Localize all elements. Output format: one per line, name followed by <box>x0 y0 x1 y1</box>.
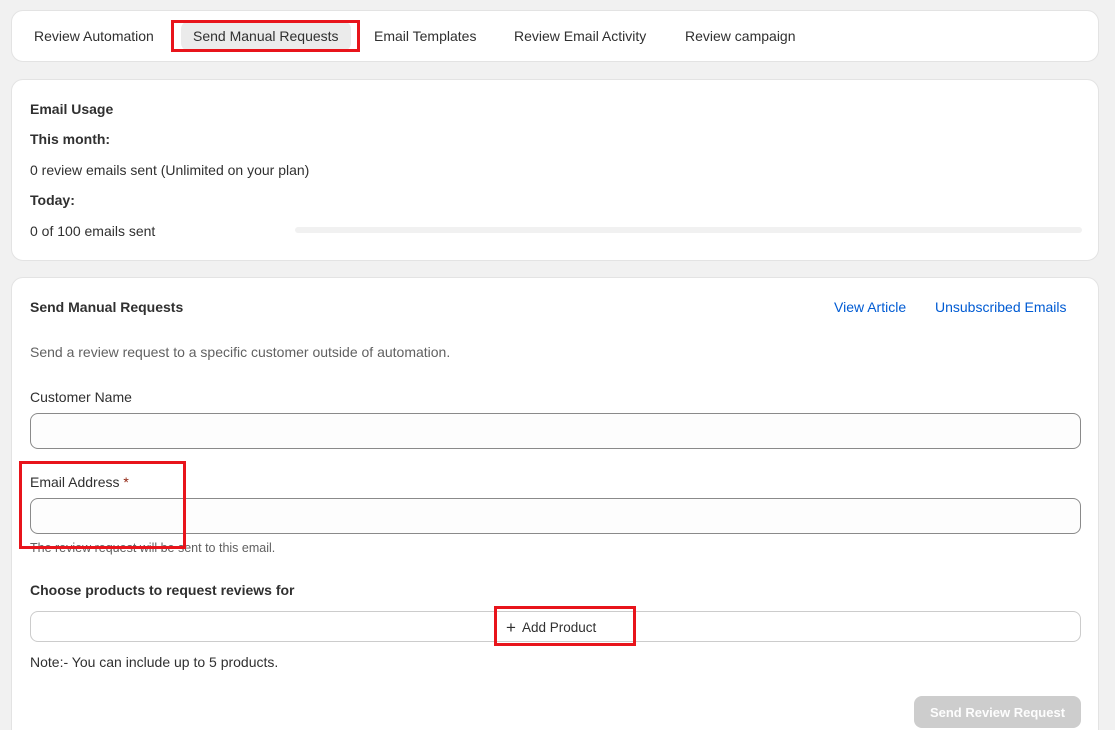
send-manual-requests-card: Send Manual Requests View Article Unsubs… <box>11 277 1099 730</box>
today-label: Today: <box>30 192 75 208</box>
today-value: 0 of 100 emails sent <box>30 223 156 239</box>
tab-review-automation[interactable]: Review Automation <box>34 21 154 51</box>
this-month-label: This month: <box>30 131 111 147</box>
send-review-request-button[interactable]: Send Review Request <box>914 696 1081 728</box>
choose-products-label: Choose products to request reviews for <box>30 582 295 598</box>
products-note: Note:- You can include up to 5 products. <box>30 654 279 670</box>
send-description: Send a review request to a specific cust… <box>30 344 451 360</box>
customer-name-input[interactable] <box>30 413 1081 449</box>
add-product-button[interactable]: + Add Product <box>506 617 596 637</box>
product-picker: + Add Product <box>30 611 1081 642</box>
unsubscribed-emails-link[interactable]: Unsubscribed Emails <box>935 299 1067 315</box>
add-product-label: Add Product <box>521 619 597 635</box>
email-address-label: Email Address * <box>30 474 129 490</box>
tab-review-campaign[interactable]: Review campaign <box>685 21 796 51</box>
required-marker: * <box>123 474 129 490</box>
email-help-text: The review request will be sent to this … <box>30 541 276 555</box>
email-address-label-text: Email Address <box>30 474 120 490</box>
tab-send-manual-requests[interactable]: Send Manual Requests <box>181 21 351 51</box>
this-month-value: 0 review emails sent (Unlimited on your … <box>30 162 310 178</box>
email-address-input[interactable] <box>30 498 1081 534</box>
tabs-bar: Review Automation Send Manual Requests E… <box>11 10 1099 62</box>
plus-icon: + <box>506 617 516 637</box>
view-article-link[interactable]: View Article <box>834 299 906 315</box>
today-usage-progress-bar <box>295 227 1082 233</box>
email-usage-title: Email Usage <box>30 101 114 117</box>
email-usage-card: Email Usage This month: 0 review emails … <box>11 79 1099 261</box>
send-manual-requests-title: Send Manual Requests <box>30 299 184 315</box>
tab-email-templates[interactable]: Email Templates <box>374 21 476 51</box>
customer-name-label: Customer Name <box>30 389 132 405</box>
tab-review-email-activity[interactable]: Review Email Activity <box>514 21 646 51</box>
